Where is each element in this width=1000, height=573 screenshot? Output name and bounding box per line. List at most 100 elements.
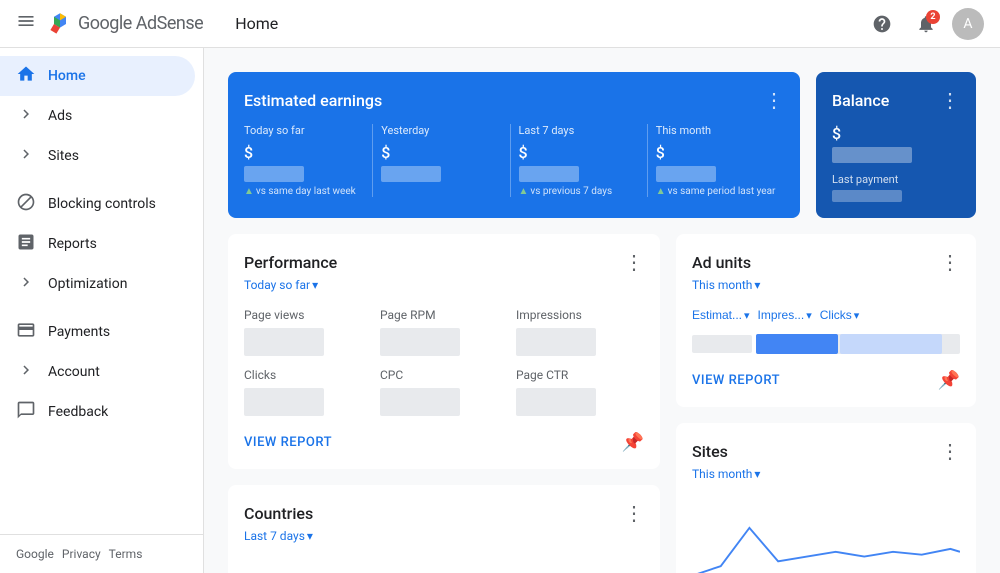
sites-title: Sites xyxy=(692,442,728,461)
earnings-col-month: This month $ ▲ vs same period last year xyxy=(648,124,784,197)
balance-menu-icon[interactable]: ⋮ xyxy=(940,88,960,112)
brand-name: Google AdSense xyxy=(78,13,203,34)
performance-title: Performance xyxy=(244,253,337,272)
notifications-button[interactable]: 2 xyxy=(908,6,944,42)
metric-clicks: Clicks xyxy=(244,368,372,416)
sites-menu-icon[interactable]: ⋮ xyxy=(940,439,960,463)
metrics-grid: Page views Page RPM Impressions Cli xyxy=(244,308,644,416)
sidebar: Home Ads Sites Blocking controls R xyxy=(0,48,204,573)
ad-units-period-chevron: ▾ xyxy=(754,278,760,292)
sidebar-item-reports[interactable]: Reports xyxy=(0,224,195,264)
earnings-amount-today: $ xyxy=(244,143,364,162)
countries-period-label: Last 7 days xyxy=(244,529,305,543)
metric-pagectr-bar xyxy=(516,388,596,416)
help-button[interactable] xyxy=(864,6,900,42)
home-icon xyxy=(16,64,36,89)
sidebar-item-ads[interactable]: Ads xyxy=(0,96,195,136)
sidebar-item-home[interactable]: Home xyxy=(0,56,195,96)
sidebar-item-blocking[interactable]: Blocking controls xyxy=(0,184,195,224)
metric-pagerpm: Page RPM xyxy=(380,308,508,356)
cards-row: Estimated earnings ⋮ Today so far $ ▲ vs… xyxy=(228,72,976,218)
earnings-period-month: This month xyxy=(656,124,776,137)
avatar[interactable]: A xyxy=(952,8,984,40)
ad-units-view-report-link[interactable]: VIEW REPORT xyxy=(692,373,780,388)
earnings-change-today: ▲ vs same day last week xyxy=(244,186,364,197)
ad-units-menu-icon[interactable]: ⋮ xyxy=(940,250,960,274)
earnings-period-7days: Last 7 days xyxy=(519,124,639,137)
sites-period[interactable]: This month ▾ xyxy=(692,467,960,481)
earnings-amount-yesterday: $ xyxy=(381,143,501,162)
earnings-change-7days: ▲ vs previous 7 days xyxy=(519,186,639,197)
earnings-change-month: ▲ vs same period last year xyxy=(656,186,776,197)
sites-chart: Jan 2 Jan 6 Jan 15 Jan 20 xyxy=(692,497,960,573)
sites-expand-icon xyxy=(16,145,36,168)
earnings-col-7days: Last 7 days $ ▲ vs previous 7 days xyxy=(511,124,648,197)
filter-clicks-chevron: ▾ xyxy=(854,309,860,322)
sidebar-item-sites[interactable]: Sites xyxy=(0,136,195,176)
sites-period-label: This month xyxy=(692,467,752,481)
countries-period[interactable]: Last 7 days ▾ xyxy=(244,529,644,543)
payments-icon xyxy=(16,320,36,345)
footer-terms[interactable]: Terms xyxy=(109,547,143,561)
countries-menu-icon[interactable]: ⋮ xyxy=(624,501,644,525)
balance-dollar: $ xyxy=(832,124,841,143)
ad-units-period-label: This month xyxy=(692,278,752,292)
countries-header: Countries ⋮ xyxy=(244,501,644,525)
earnings-card: Estimated earnings ⋮ Today so far $ ▲ vs… xyxy=(228,72,800,218)
sidebar-item-optimization[interactable]: Optimization xyxy=(0,264,195,304)
earnings-bar-month xyxy=(656,166,716,182)
layout: Home Ads Sites Blocking controls R xyxy=(0,48,1000,573)
balance-last-payment-label: Last payment xyxy=(832,173,960,186)
metric-impressions: Impressions xyxy=(516,308,644,356)
sidebar-label-ads: Ads xyxy=(48,108,72,124)
right-col: Ad units ⋮ This month ▾ Estimat... ▾ Im xyxy=(676,234,976,573)
footer-privacy[interactable]: Privacy xyxy=(62,547,101,561)
performance-period-label: Today so far xyxy=(244,278,310,292)
filter-impres-chevron: ▾ xyxy=(806,309,812,322)
metric-pagectr: Page CTR xyxy=(516,368,644,416)
menu-icon[interactable] xyxy=(16,11,36,36)
sidebar-item-payments[interactable]: Payments xyxy=(0,312,195,352)
balance-title: Balance xyxy=(832,91,889,110)
filter-estimat-label: Estimat... xyxy=(692,308,742,322)
metric-clicks-label: Clicks xyxy=(244,368,372,382)
performance-period[interactable]: Today so far ▾ xyxy=(244,278,644,292)
earnings-menu-icon[interactable]: ⋮ xyxy=(764,88,784,112)
balance-header: Balance ⋮ xyxy=(832,88,960,112)
ad-units-period[interactable]: This month ▾ xyxy=(692,278,960,292)
performance-pin-icon[interactable]: 📌 xyxy=(622,432,644,453)
performance-menu-icon[interactable]: ⋮ xyxy=(624,250,644,274)
sidebar-item-account[interactable]: Account xyxy=(0,352,195,392)
footer-google[interactable]: Google xyxy=(16,547,54,561)
sidebar-label-blocking: Blocking controls xyxy=(48,196,156,212)
sites-period-chevron: ▾ xyxy=(754,467,760,481)
ad-chart-area xyxy=(692,334,960,354)
earnings-period-today: Today so far xyxy=(244,124,364,137)
ad-bar-label-1 xyxy=(692,335,752,353)
metric-pagerpm-label: Page RPM xyxy=(380,308,508,322)
metric-cpc-label: CPC xyxy=(380,368,508,382)
sidebar-item-feedback[interactable]: Feedback xyxy=(0,392,195,432)
filter-impres-btn[interactable]: Impres... ▾ xyxy=(758,308,812,322)
earnings-col-today: Today so far $ ▲ vs same day last week xyxy=(244,124,373,197)
feedback-icon xyxy=(16,400,36,425)
filter-impres-label: Impres... xyxy=(758,308,805,322)
filter-estimat-btn[interactable]: Estimat... ▾ xyxy=(692,308,750,322)
notification-badge: 2 xyxy=(926,10,940,24)
earnings-bar-today xyxy=(244,166,304,182)
balance-card: Balance ⋮ $ Last payment xyxy=(816,72,976,218)
filter-clicks-btn[interactable]: Clicks ▾ xyxy=(820,308,860,322)
metric-pagerpm-bar xyxy=(380,328,460,356)
performance-view-report-link[interactable]: VIEW REPORT xyxy=(244,435,332,450)
earnings-grid: Today so far $ ▲ vs same day last week Y… xyxy=(244,124,784,197)
logo: Google AdSense xyxy=(48,12,203,36)
ad-units-filters: Estimat... ▾ Impres... ▾ Clicks ▾ xyxy=(692,308,960,322)
sidebar-label-optimization: Optimization xyxy=(48,276,127,292)
metric-cpc: CPC xyxy=(380,368,508,416)
metric-impressions-label: Impressions xyxy=(516,308,644,322)
performance-header: Performance ⋮ xyxy=(244,250,644,274)
sidebar-label-feedback: Feedback xyxy=(48,404,108,420)
blocking-icon xyxy=(16,192,36,217)
metric-pageviews-label: Page views xyxy=(244,308,372,322)
ad-units-pin-icon[interactable]: 📌 xyxy=(938,370,960,391)
